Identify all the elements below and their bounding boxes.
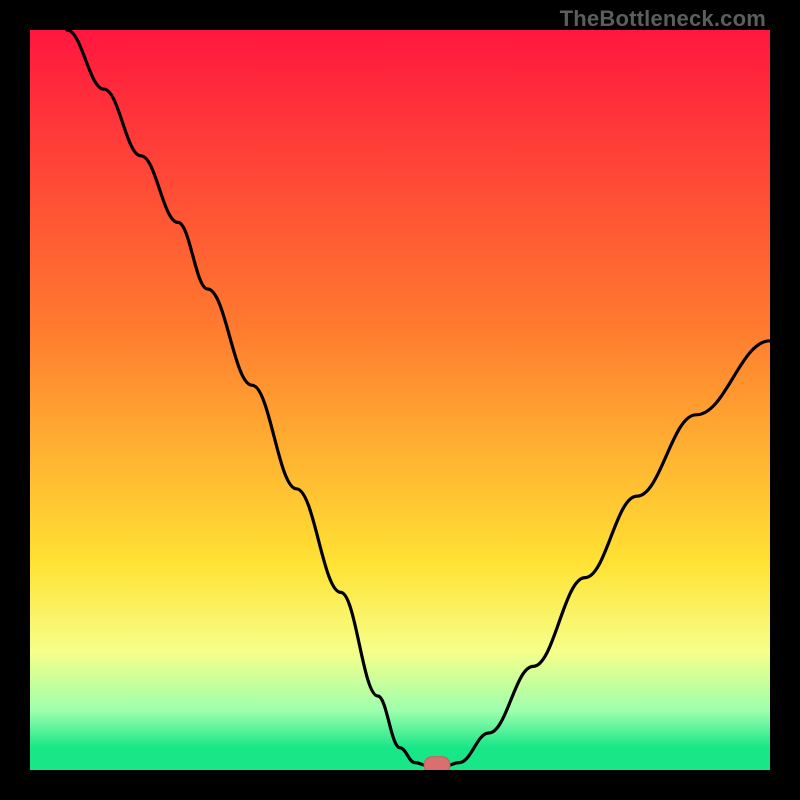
source-watermark: TheBottleneck.com bbox=[560, 6, 766, 32]
chart-svg bbox=[30, 30, 770, 770]
optimal-point-marker bbox=[424, 757, 450, 770]
chart-frame: TheBottleneck.com bbox=[0, 0, 800, 800]
gradient-bg bbox=[30, 30, 770, 770]
plot-area bbox=[30, 30, 770, 770]
